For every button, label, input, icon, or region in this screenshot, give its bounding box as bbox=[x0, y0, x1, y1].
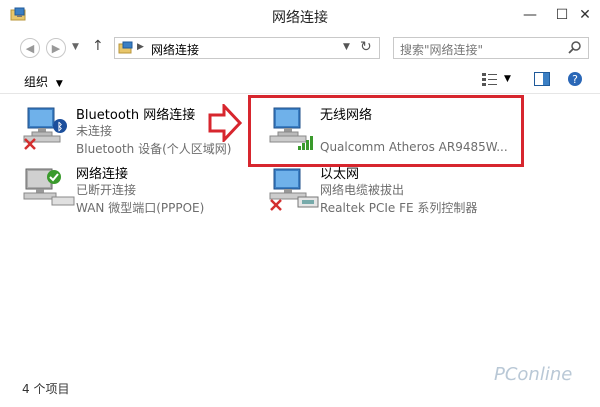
view-options-icon[interactable] bbox=[482, 72, 498, 89]
organize-button[interactable]: 组织 ▼ bbox=[24, 73, 63, 90]
highlight-box bbox=[248, 95, 524, 167]
connection-status: 网络电缆被拔出 bbox=[320, 183, 405, 197]
preview-pane-icon[interactable] bbox=[534, 72, 550, 89]
chevron-down-icon: ▼ bbox=[55, 79, 63, 89]
item-count: 4 个项目 bbox=[22, 382, 70, 396]
up-arrow-icon[interactable]: ↑ bbox=[92, 38, 104, 54]
connection-name: 网络连接 bbox=[76, 167, 129, 182]
close-button[interactable]: ✕ bbox=[570, 0, 600, 30]
network-location-icon bbox=[118, 40, 134, 59]
dialup-adapter-icon bbox=[22, 167, 76, 214]
error-x-icon bbox=[270, 199, 282, 214]
connection-item-bluetooth[interactable]: ᛒ Bluetooth 网络连接 未连接 Bluetooth 设备(个人区域网) bbox=[22, 104, 231, 160]
command-bar: 组织 ▼ ▼ ? bbox=[0, 66, 600, 94]
breadcrumb-separator-icon[interactable]: ▶ bbox=[137, 42, 144, 52]
title-bar: 网络连接 — ☐ ✕ bbox=[0, 0, 600, 32]
svg-text:?: ? bbox=[572, 73, 578, 86]
search-box[interactable]: 搜索"网络连接" bbox=[393, 37, 589, 59]
search-input[interactable]: 搜索"网络连接" bbox=[400, 41, 483, 58]
help-icon[interactable]: ? bbox=[567, 71, 583, 90]
annotation-arrow-icon bbox=[208, 102, 243, 145]
connection-status: 未连接 bbox=[76, 124, 113, 138]
connection-device: WAN 微型端口(PPPOE) bbox=[76, 201, 205, 215]
breadcrumb-current[interactable]: 网络连接 bbox=[151, 41, 199, 58]
address-dropdown-icon[interactable]: ▼ bbox=[343, 42, 350, 52]
watermark: PConline bbox=[494, 364, 573, 385]
connection-item-ethernet[interactable]: 以太网 网络电缆被拔出 Realtek PCIe FE 系列控制器 bbox=[268, 163, 518, 219]
connection-item-pppoe[interactable]: 网络连接 已断开连接 WAN 微型端口(PPPOE) bbox=[22, 163, 242, 219]
connection-name: Bluetooth 网络连接 bbox=[76, 108, 196, 123]
connection-name: 以太网 bbox=[320, 167, 360, 182]
toolbar-divider bbox=[0, 93, 600, 94]
refresh-icon[interactable]: ↻ bbox=[360, 39, 372, 55]
search-icon[interactable] bbox=[568, 40, 582, 57]
address-bar[interactable]: ▶ 网络连接 ▼ ↻ bbox=[114, 37, 380, 59]
error-x-icon bbox=[24, 138, 36, 153]
organize-label: 组织 bbox=[24, 75, 49, 89]
back-button[interactable]: ◀ bbox=[20, 38, 40, 58]
forward-button[interactable]: ▶ bbox=[46, 38, 66, 58]
view-dropdown-icon[interactable]: ▼ bbox=[504, 74, 511, 84]
connection-device: Realtek PCIe FE 系列控制器 bbox=[320, 201, 478, 215]
recent-locations-button[interactable]: ▼ bbox=[72, 42, 79, 52]
svg-text:ᛒ: ᛒ bbox=[57, 121, 63, 133]
navigation-bar: ◀ ▶ ▼ ↑ ▶ 网络连接 ▼ ↻ 搜索"网络连接" bbox=[0, 32, 600, 64]
connection-status: 已断开连接 bbox=[76, 183, 137, 197]
